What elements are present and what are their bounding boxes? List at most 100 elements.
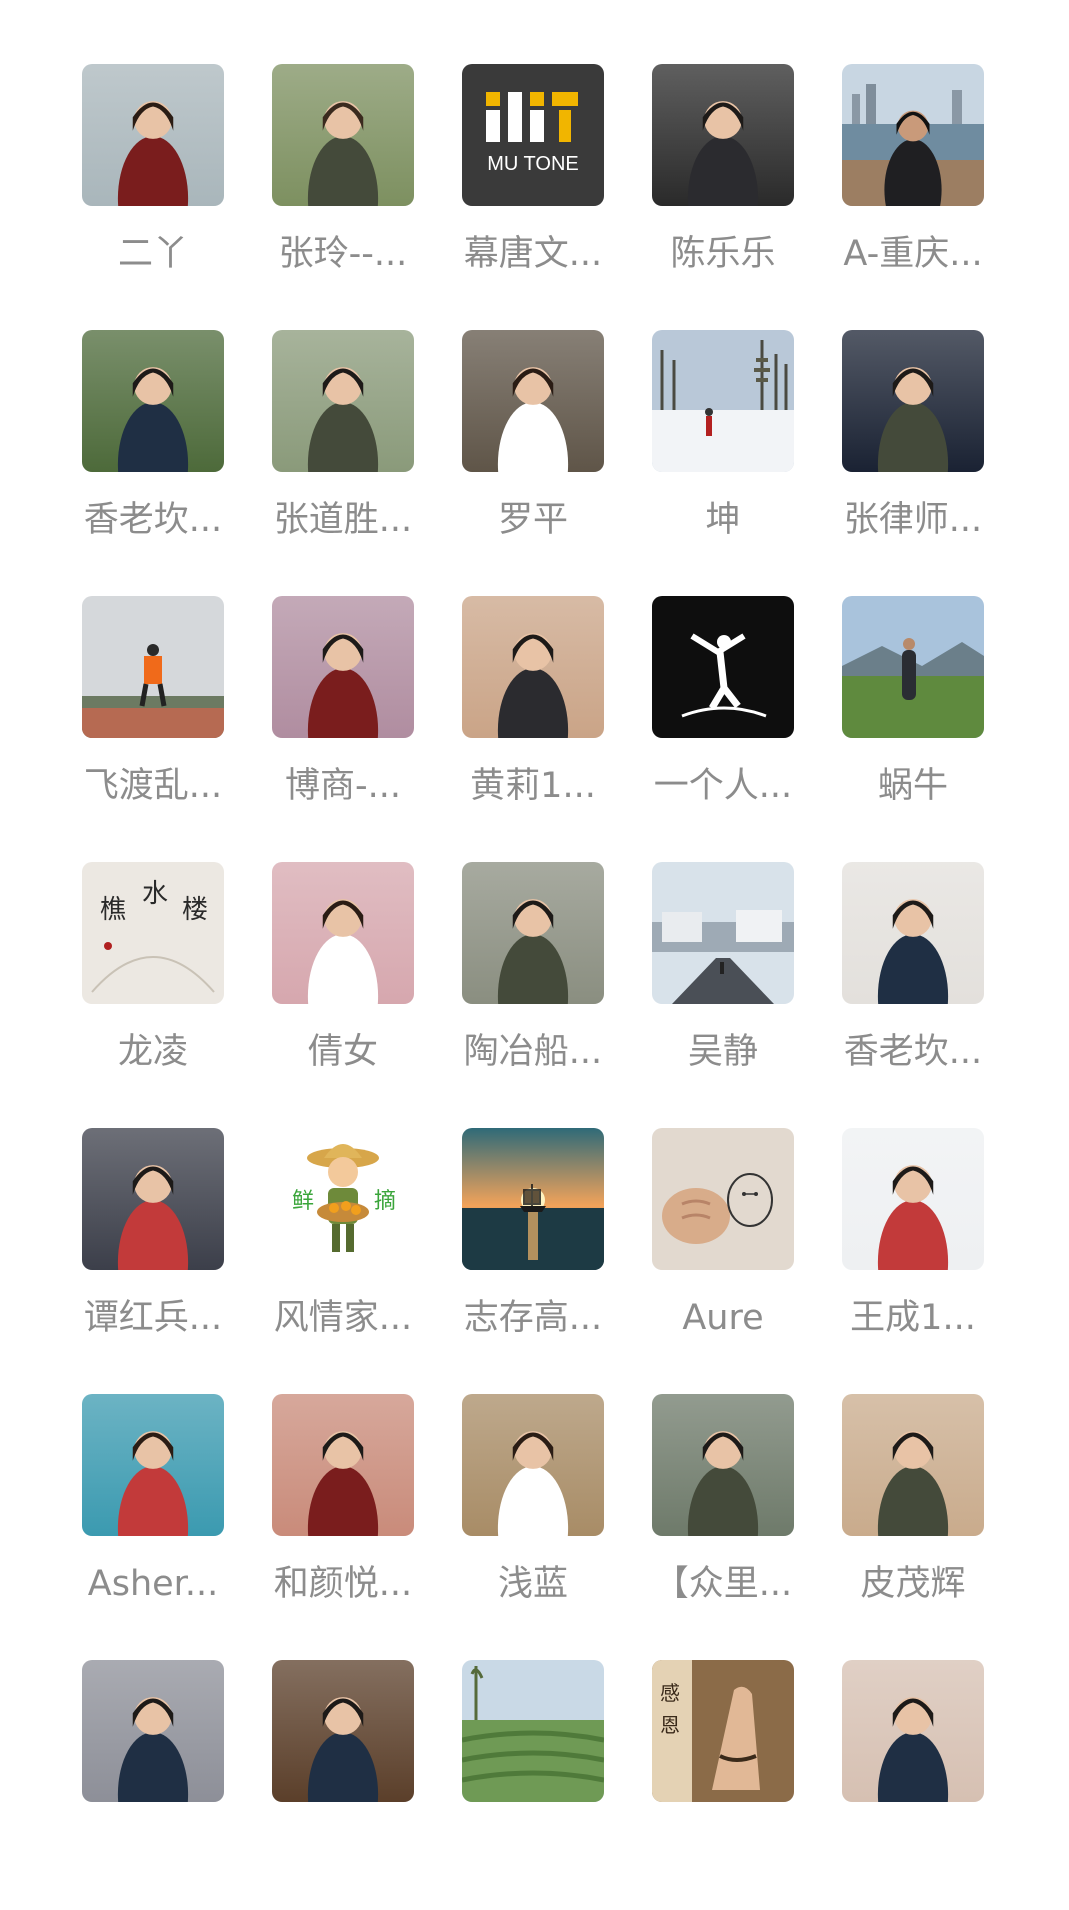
- avatar[interactable]: [462, 1394, 604, 1536]
- member-item[interactable]: 【众里...: [628, 1394, 818, 1644]
- member-name: 倩女: [307, 1032, 378, 1072]
- avatar[interactable]: [462, 1660, 604, 1802]
- avatar[interactable]: [462, 330, 604, 472]
- avatar[interactable]: [272, 1394, 414, 1536]
- member-item[interactable]: 感 恩: [628, 1660, 818, 1910]
- member-item[interactable]: 倩女: [248, 862, 438, 1112]
- avatar[interactable]: 樵 水 楼: [82, 862, 224, 1004]
- avatar[interactable]: [652, 64, 794, 206]
- member-item[interactable]: 香老坎...: [818, 862, 1008, 1112]
- member-name: 陶冶船...: [463, 1032, 603, 1072]
- avatar[interactable]: [842, 1394, 984, 1536]
- member-name: 博商-...: [284, 766, 401, 806]
- photo-man-balloon-party: [272, 1660, 414, 1802]
- svg-text:摘: 摘: [374, 1189, 396, 1214]
- avatar[interactable]: [272, 596, 414, 738]
- member-item[interactable]: 一个人...: [628, 596, 818, 846]
- member-item[interactable]: 飞渡乱...: [58, 596, 248, 846]
- member-name: 和颜悦...: [273, 1564, 413, 1604]
- avatar[interactable]: [82, 596, 224, 738]
- avatar[interactable]: [652, 1128, 794, 1270]
- avatar[interactable]: [272, 64, 414, 206]
- member-item[interactable]: 蜗牛: [818, 596, 1008, 846]
- avatar[interactable]: [842, 330, 984, 472]
- member-item[interactable]: 樵 水 楼 龙凌: [58, 862, 248, 1112]
- avatar[interactable]: [462, 862, 604, 1004]
- avatar[interactable]: MU TONE: [462, 64, 604, 206]
- member-item[interactable]: 香老坎...: [58, 330, 248, 580]
- member-item[interactable]: 皮茂辉: [818, 1394, 1008, 1644]
- avatar[interactable]: [462, 596, 604, 738]
- avatar[interactable]: [462, 1128, 604, 1270]
- avatar[interactable]: 感 恩: [652, 1660, 794, 1802]
- member-name: 蜗牛: [877, 766, 948, 806]
- member-item[interactable]: A-重庆...: [818, 64, 1008, 314]
- avatar[interactable]: [272, 330, 414, 472]
- photo-tea-field: [462, 1660, 604, 1802]
- photo-woman-and-child-bench: [462, 330, 604, 472]
- member-item[interactable]: 张道胜...: [248, 330, 438, 580]
- member-item[interactable]: 鲜 摘风情家...: [248, 1128, 438, 1378]
- avatar[interactable]: [842, 64, 984, 206]
- photo-man-grassland: [842, 596, 984, 738]
- photo-woman-pose-red: [272, 1394, 414, 1536]
- avatar[interactable]: [82, 330, 224, 472]
- member-item[interactable]: MU TONE 幕唐文...: [438, 64, 628, 314]
- avatar[interactable]: [652, 862, 794, 1004]
- member-item[interactable]: 吴静: [628, 862, 818, 1112]
- member-name: 黄莉1...: [470, 766, 596, 806]
- member-item[interactable]: 陶冶船...: [438, 862, 628, 1112]
- photo-mother-and-child-portrait: [652, 64, 794, 206]
- avatar[interactable]: [842, 862, 984, 1004]
- member-item[interactable]: 浅蓝: [438, 1394, 628, 1644]
- photo-man-glasses-mountains: [272, 330, 414, 472]
- member-name: 香老坎...: [843, 1032, 983, 1072]
- member-item[interactable]: 陈乐乐: [628, 64, 818, 314]
- member-item[interactable]: 谭红兵...: [58, 1128, 248, 1378]
- member-name: 王成1...: [850, 1298, 976, 1338]
- member-item[interactable]: 罗平: [438, 330, 628, 580]
- avatar[interactable]: [842, 596, 984, 738]
- avatar[interactable]: [82, 1660, 224, 1802]
- member-item[interactable]: 张律师...: [818, 330, 1008, 580]
- member-item[interactable]: [438, 1660, 628, 1910]
- avatar[interactable]: 鲜 摘: [272, 1128, 414, 1270]
- member-item[interactable]: 坤: [628, 330, 818, 580]
- member-item[interactable]: 和颜悦...: [248, 1394, 438, 1644]
- svg-text:樵: 樵: [100, 895, 126, 925]
- photo-woman-red-top: [842, 1660, 984, 1802]
- avatar[interactable]: [82, 1128, 224, 1270]
- member-item[interactable]: 志存高...: [438, 1128, 628, 1378]
- avatar[interactable]: [272, 1660, 414, 1802]
- avatar[interactable]: [82, 64, 224, 206]
- avatar[interactable]: [272, 862, 414, 1004]
- member-item[interactable]: 黄莉1...: [438, 596, 628, 846]
- svg-text:感: 感: [660, 1681, 680, 1705]
- avatar[interactable]: [842, 1128, 984, 1270]
- member-item[interactable]: Aure: [628, 1128, 818, 1378]
- photo-man-tropical-beach: [82, 1394, 224, 1536]
- member-name: 张律师...: [843, 500, 983, 540]
- member-name: 幕唐文...: [463, 234, 603, 274]
- member-item[interactable]: 博商-...: [248, 596, 438, 846]
- member-name: 陈乐乐: [670, 234, 776, 274]
- member-name: 一个人...: [653, 766, 793, 806]
- member-item[interactable]: 张玲--...: [248, 64, 438, 314]
- member-item[interactable]: 二丫: [58, 64, 248, 314]
- photo-sunset-ship: [462, 1128, 604, 1270]
- photo-snowy-path-trees: [652, 330, 794, 472]
- photo-fist-baymax-drawing: [652, 1128, 794, 1270]
- member-item[interactable]: 王成1...: [818, 1128, 1008, 1378]
- member-item[interactable]: Asher...: [58, 1394, 248, 1644]
- photo-man-suit-dark: [842, 330, 984, 472]
- member-item[interactable]: [248, 1660, 438, 1910]
- avatar[interactable]: [652, 596, 794, 738]
- avatar[interactable]: [82, 1394, 224, 1536]
- member-grid: 二丫 张玲--... MU TONE 幕唐文... 陈乐乐 A-重庆... 香老…: [0, 0, 1069, 1846]
- avatar[interactable]: [652, 330, 794, 472]
- avatar[interactable]: [842, 1660, 984, 1802]
- member-item[interactable]: [58, 1660, 248, 1910]
- avatar[interactable]: [652, 1394, 794, 1536]
- member-name: A-重庆...: [843, 234, 983, 274]
- member-item[interactable]: [818, 1660, 1008, 1910]
